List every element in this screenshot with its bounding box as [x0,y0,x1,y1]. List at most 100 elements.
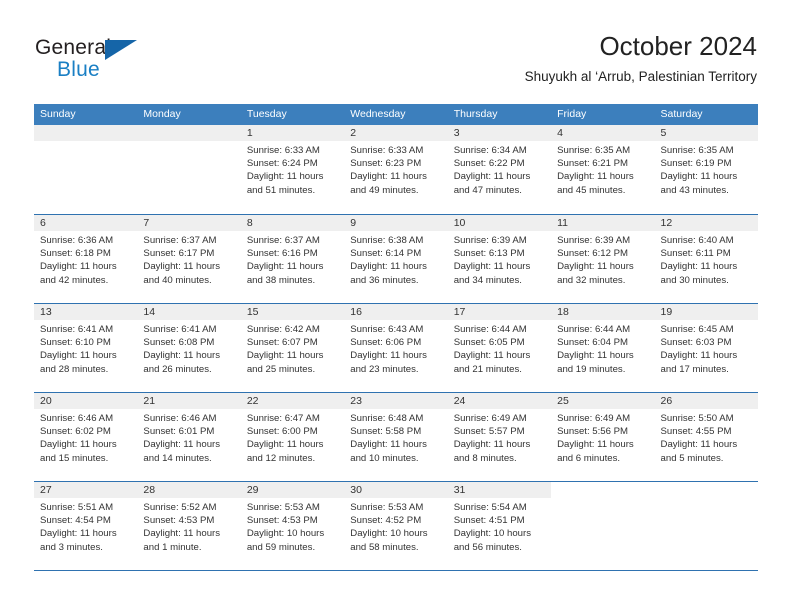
day-info-line: and 23 minutes. [350,363,419,375]
weekday-header-wednesday: Wednesday [350,108,406,120]
day-info-line: Sunset: 4:53 PM [246,515,318,527]
day-cell-31[interactable]: 31 Sunrise: 5:54 AM Sunset: 4:51 PM Dayligh… [447,482,552,570]
day-info-line: and 8 minutes. [453,452,517,464]
day-cell-10[interactable]: 10 Sunrise: 6:39 AM Sunset: 6:13 PM Dayligh… [447,215,552,303]
weekday-header-saturday: Saturday [660,108,703,120]
day-cell-9[interactable]: 9 Sunrise: 6:38 AM Sunset: 6:14 PM Daylight… [344,215,448,303]
day-sun-info: Sunrise: 6:37 AM Sunset: 6:17 PM Daylight:… [137,231,240,287]
day-info-line: and 12 minutes. [246,452,316,464]
day-info-line: Sunset: 6:00 PM [246,426,318,438]
day-info-line: Sunset: 6:04 PM [557,337,629,349]
day-info-line: Sunset: 6:16 PM [246,248,318,260]
day-info-line: Sunset: 4:51 PM [453,515,525,527]
day-info-line: and 38 minutes. [246,274,316,286]
day-cell-25[interactable]: 25 Sunrise: 6:49 AM Sunset: 5:56 PM Dayligh… [551,393,655,481]
day-info-line: Sunset: 6:18 PM [40,248,111,260]
day-info-line: and 36 minutes. [350,274,419,286]
day-info-line: and 10 minutes. [350,452,419,464]
day-cell-27[interactable]: 27 Sunrise: 5:51 AM Sunset: 4:54 PM Dayligh… [34,482,138,570]
day-info-line: Daylight: 11 hours [453,171,531,183]
day-cell-21[interactable]: 21 Sunrise: 6:46 AM Sunset: 6:01 PM Dayligh… [137,393,241,481]
day-info-line: Sunset: 6:07 PM [246,337,318,349]
day-number: 24 [447,393,552,409]
day-info-line: Sunrise: 6:35 AM [557,145,631,156]
day-info-line: Daylight: 11 hours [453,261,531,273]
day-cell-15[interactable]: 15 Sunrise: 6:42 AM Sunset: 6:07 PM Dayligh… [240,304,345,392]
day-info-line: Daylight: 11 hours [660,171,738,183]
day-number: 4 [551,125,655,141]
day-info-line: Sunrise: 6:44 AM [453,324,527,335]
day-info-line: Sunrise: 6:33 AM [350,145,424,156]
day-info-line: Sunset: 6:14 PM [350,248,422,260]
day-sun-info: Sunrise: 6:45 AM Sunset: 6:03 PM Daylight:… [655,320,758,376]
day-sun-info: Sunrise: 6:47 AM Sunset: 6:00 PM Daylight:… [241,409,344,465]
day-cell-19[interactable]: 19 Sunrise: 6:45 AM Sunset: 6:03 PM Dayligh… [654,304,758,392]
general-blue-logo[interactable]: General Blue [35,36,215,84]
day-cell-12[interactable]: 12 Sunrise: 6:40 AM Sunset: 6:11 PM Dayligh… [654,215,758,303]
day-sun-info: Sunrise: 6:39 AM Sunset: 6:12 PM Daylight:… [551,231,654,287]
day-sun-info: Sunrise: 6:35 AM Sunset: 6:21 PM Daylight:… [551,141,654,197]
day-number: 20 [34,393,138,409]
day-sun-info: Sunrise: 6:40 AM Sunset: 6:11 PM Daylight:… [655,231,758,287]
day-number: 1 [240,125,345,141]
day-info-line: Daylight: 11 hours [557,171,634,183]
day-number: 25 [551,393,655,409]
day-cell-26[interactable]: 26 Sunrise: 5:50 AM Sunset: 4:55 PM Dayligh… [654,393,758,481]
day-cell-24[interactable]: 24 Sunrise: 6:49 AM Sunset: 5:57 PM Dayligh… [447,393,552,481]
day-info-line: and 51 minutes. [246,184,316,196]
day-cell-3[interactable]: 3 Sunrise: 6:34 AM Sunset: 6:22 PM Daylight… [447,125,552,214]
day-number: 2 [344,125,448,141]
day-number: 21 [137,393,241,409]
day-cell-5[interactable]: 5 Sunrise: 6:35 AM Sunset: 6:19 PM Daylight… [654,125,758,214]
day-sun-info: Sunrise: 6:38 AM Sunset: 6:14 PM Daylight:… [344,231,447,287]
day-info-line: and 14 minutes. [143,452,212,464]
day-cell-4[interactable]: 4 Sunrise: 6:35 AM Sunset: 6:21 PM Daylight… [551,125,655,214]
day-number: 16 [344,304,448,320]
day-cell-22[interactable]: 22 Sunrise: 6:47 AM Sunset: 6:00 PM Dayligh… [240,393,345,481]
day-info-line: and 28 minutes. [40,363,109,375]
day-cell-30[interactable]: 30 Sunrise: 5:53 AM Sunset: 4:52 PM Dayligh… [344,482,448,570]
day-info-line: and 21 minutes. [453,363,522,375]
day-info-line: Sunrise: 6:39 AM [453,235,527,246]
day-cell-6[interactable]: 6 Sunrise: 6:36 AM Sunset: 6:18 PM Daylight… [34,215,138,303]
day-sun-info: Sunrise: 6:33 AM Sunset: 6:24 PM Daylight:… [241,141,344,197]
day-info-line: and 5 minutes. [660,452,724,464]
day-cell-18[interactable]: 18 Sunrise: 6:44 AM Sunset: 6:04 PM Dayligh… [551,304,655,392]
day-sun-info: Sunrise: 5:50 AM Sunset: 4:55 PM Daylight:… [655,409,758,465]
day-number: 10 [447,215,552,231]
day-info-line: Sunset: 6:11 PM [660,248,731,260]
day-cell-7[interactable]: 7 Sunrise: 6:37 AM Sunset: 6:17 PM Daylight… [137,215,241,303]
day-cell-16[interactable]: 16 Sunrise: 6:43 AM Sunset: 6:06 PM Dayligh… [344,304,448,392]
day-info-line: Sunset: 6:12 PM [557,248,629,260]
day-info-line: Daylight: 11 hours [350,171,427,183]
day-cell-23[interactable]: 23 Sunrise: 6:48 AM Sunset: 5:58 PM Dayligh… [344,393,448,481]
day-cell-28[interactable]: 28 Sunrise: 5:52 AM Sunset: 4:53 PM Dayligh… [137,482,241,570]
day-cell-1[interactable]: 1 Sunrise: 6:33 AM Sunset: 6:24 PM Daylight… [240,125,345,214]
day-number: 17 [447,304,552,320]
day-info-line: and 3 minutes. [40,541,103,553]
day-cell-20[interactable]: 20 Sunrise: 6:46 AM Sunset: 6:02 PM Dayligh… [34,393,138,481]
day-info-line: Sunset: 6:03 PM [660,337,732,349]
day-sun-info: Sunrise: 6:46 AM Sunset: 6:02 PM Daylight:… [34,409,137,465]
day-number: 28 [137,482,241,498]
calendar-week-row: 6 Sunrise: 6:36 AM Sunset: 6:18 PM Daylight… [34,214,758,303]
calendar-grid: Sunday Monday Tuesday Wednesday Thursday Frid… [34,104,758,571]
weekday-header-sunday: Sunday [40,108,76,120]
day-cell-13[interactable]: 13 Sunrise: 6:41 AM Sunset: 6:10 PM Dayligh… [34,304,138,392]
day-sun-info: Sunrise: 6:33 AM Sunset: 6:23 PM Daylight:… [344,141,447,197]
day-cell-2[interactable]: 2 Sunrise: 6:33 AM Sunset: 6:23 PM Daylight… [344,125,448,214]
day-sun-info: Sunrise: 6:36 AM Sunset: 6:18 PM Daylight:… [34,231,137,287]
day-cell-29[interactable]: 29 Sunrise: 5:53 AM Sunset: 4:53 PM Dayligh… [240,482,345,570]
day-cell-8[interactable]: 8 Sunrise: 6:37 AM Sunset: 6:16 PM Daylight… [240,215,345,303]
logo-text-blue: Blue [57,58,100,81]
day-number: 22 [240,393,345,409]
day-info-line: Sunrise: 5:50 AM [660,413,734,424]
day-info-line: and 1 minute. [143,541,202,553]
grid-bottom-border [34,570,758,571]
calendar-week-row: 13 Sunrise: 6:41 AM Sunset: 6:10 PM Dayligh… [34,303,758,392]
day-cell-17[interactable]: 17 Sunrise: 6:44 AM Sunset: 6:05 PM Dayligh… [447,304,552,392]
day-sun-info: Sunrise: 6:48 AM Sunset: 5:58 PM Daylight:… [344,409,447,465]
day-cell-14[interactable]: 14 Sunrise: 6:41 AM Sunset: 6:08 PM Dayligh… [137,304,241,392]
day-cell-11[interactable]: 11 Sunrise: 6:39 AM Sunset: 6:12 PM Dayligh… [551,215,655,303]
page-header: General Blue October 2024 Shuyukh al ‘Ar… [0,0,792,104]
